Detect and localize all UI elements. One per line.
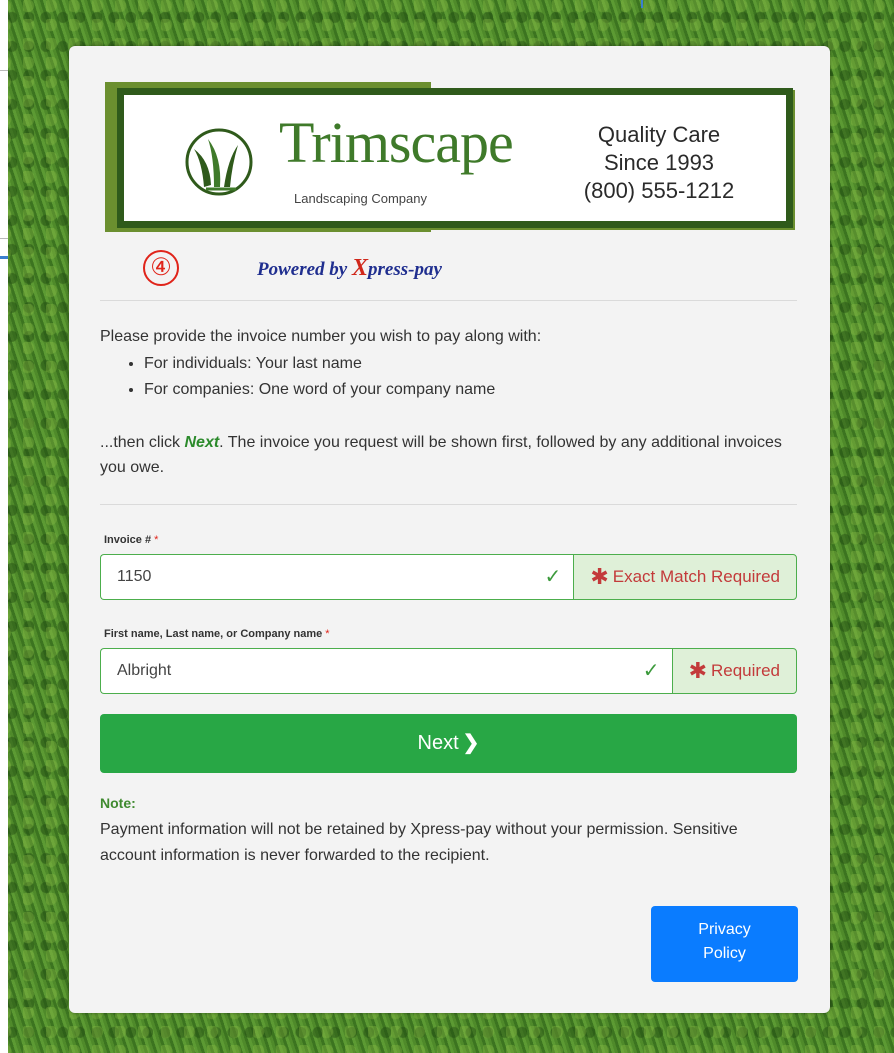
next-button[interactable]: Next ❯ [100,714,797,773]
tagline: Quality Care Since 1993 (800) 555-1212 [554,121,764,205]
brand-subtitle: Landscaping Company [294,191,427,206]
phone-number: (800) 555-1212 [583,178,735,203]
note-title: Note: [100,795,136,811]
check-icon: ✓ [544,566,562,588]
step-number-badge: ④ [143,250,179,286]
chevron-right-icon: ❯ [462,732,480,754]
payment-card: Trimscape Landscaping Company Quality Ca… [69,46,830,1013]
divider [0,70,8,71]
instructions-list: For individuals: Your last name For comp… [100,351,797,403]
name-input[interactable]: Albright ✓ [100,648,672,694]
name-label: First name, Last name, or Company name * [104,628,330,640]
powered-by-logo: Powered by Xpress-pay [257,255,442,281]
invoice-field-group: 1150 ✓ ✱ Exact Match Required [100,554,797,600]
instructions-intro: Please provide the invoice number you wi… [100,328,542,345]
invoice-input[interactable]: 1150 ✓ [100,554,574,600]
check-icon: ✓ [642,660,660,682]
asterisk-icon: ✱ [590,564,609,589]
company-logo: Trimscape Landscaping Company Quality Ca… [105,82,797,236]
invoice-label: Invoice # * [104,534,159,546]
background-window-edge [0,0,8,1053]
brand-name: Trimscape [279,110,514,175]
tagline-line: Since 1993 [603,150,715,175]
exact-match-required-hint: ✱ Exact Match Required [573,554,797,600]
divider [100,504,797,505]
list-item: For companies: One word of your company … [144,377,797,403]
divider [100,300,797,301]
required-hint: ✱ Required [671,648,797,694]
divider [641,0,643,8]
tagline-line: Quality Care [597,122,721,147]
divider [0,238,8,239]
divider [0,256,8,259]
list-item: For individuals: Your last name [144,351,797,377]
instructions-next: ...then click Next. The invoice you requ… [100,434,782,476]
asterisk-icon: ✱ [688,658,707,683]
grass-logo-icon [185,128,253,196]
instructions: Please provide the invoice number you wi… [100,325,797,403]
note-text: Payment information will not be retained… [100,821,738,864]
name-field-group: Albright ✓ ✱ Required [100,648,797,694]
privacy-policy-button[interactable]: Privacy Policy [651,906,798,982]
